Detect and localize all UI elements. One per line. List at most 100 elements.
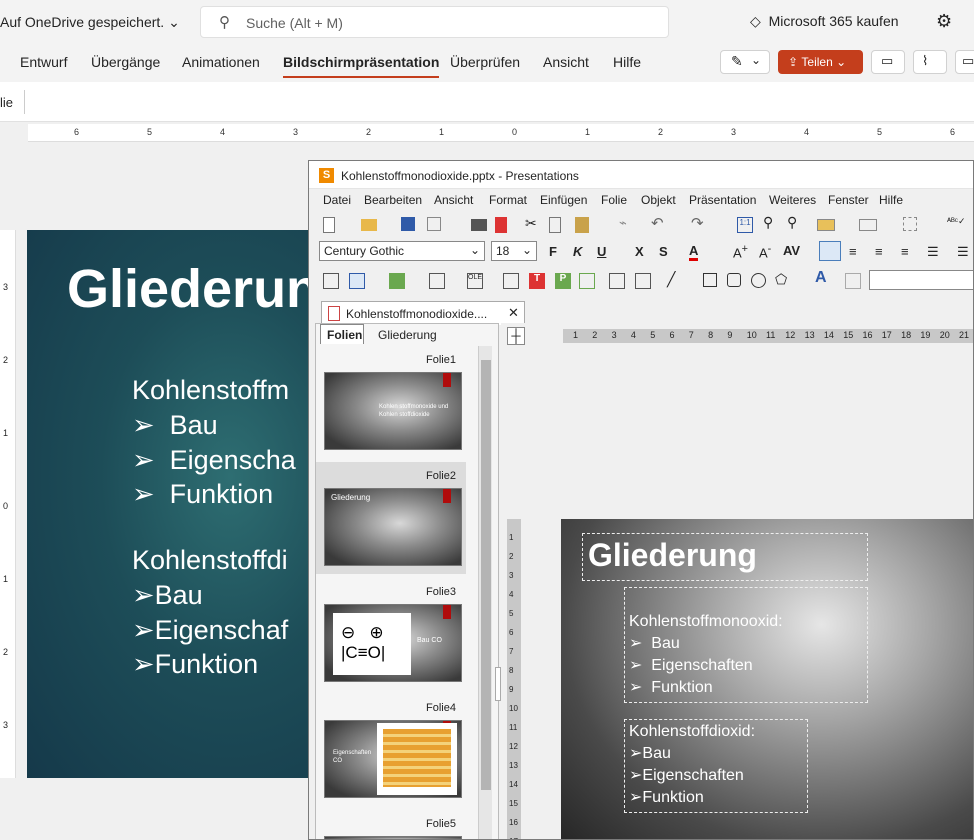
tab-entwurf[interactable]: Entwurf xyxy=(20,54,67,70)
tab-ueberpruefen[interactable]: Überprüfen xyxy=(450,54,520,70)
ellipse-icon[interactable] xyxy=(751,273,766,288)
comment-button[interactable]: ▭ xyxy=(871,50,905,74)
textbox-icon[interactable] xyxy=(323,273,339,289)
slide-thumbnail-5[interactable] xyxy=(324,836,462,839)
tab-animationen[interactable]: Animationen xyxy=(182,54,260,70)
justify-icon[interactable]: ≡ xyxy=(901,244,909,259)
underline-button[interactable]: U xyxy=(597,244,606,259)
menu-fenster[interactable]: Fenster xyxy=(828,193,869,207)
tab-folien[interactable]: Folien xyxy=(320,324,364,344)
menu-format[interactable]: Format xyxy=(489,193,527,207)
bullet-list-icon[interactable]: ☰ xyxy=(927,244,939,260)
menu-bearbeiten[interactable]: Bearbeiten xyxy=(364,193,422,207)
fields-icon[interactable] xyxy=(635,273,651,289)
zoom-100-icon[interactable]: 1:1 xyxy=(737,217,753,233)
slide-thumbnail-2[interactable]: Gliederung xyxy=(324,488,462,566)
frame-icon[interactable] xyxy=(503,273,519,289)
tab-hilfe[interactable]: Hilfe xyxy=(613,54,641,70)
bullet-arrow-icon: ➢ xyxy=(629,635,643,652)
layout-icon[interactable] xyxy=(817,219,835,231)
menu-weiteres[interactable]: Weiteres xyxy=(769,193,816,207)
menu-ansicht[interactable]: Ansicht xyxy=(434,193,473,207)
ruler-corner[interactable]: ┼ xyxy=(507,327,525,345)
tab-gliederung[interactable]: Gliederung xyxy=(378,328,437,342)
zoom-icon[interactable]: ⚲ xyxy=(787,214,803,230)
ruler-tick-label: 3 xyxy=(611,330,617,340)
align-center-icon[interactable]: ≡ xyxy=(849,244,857,259)
save-icon[interactable] xyxy=(401,217,415,231)
header-footer-icon[interactable] xyxy=(609,273,625,289)
grow-font-button[interactable]: A+ xyxy=(733,243,748,260)
ole-object-icon[interactable]: OLE xyxy=(467,273,483,289)
shadow-button[interactable]: S xyxy=(659,244,668,259)
menu-praesentation[interactable]: Präsentation xyxy=(689,193,756,207)
ruler-tick-label: 5 xyxy=(650,330,656,340)
bullet-arrow-icon: ➢ xyxy=(629,745,643,762)
bold-button[interactable]: F xyxy=(549,244,557,259)
strikethrough-button[interactable]: X xyxy=(635,244,644,259)
undo-icon[interactable]: ↶ xyxy=(651,214,667,232)
menu-folie[interactable]: Folie xyxy=(601,193,627,207)
present-button[interactable]: ▭ xyxy=(955,50,974,74)
tab-bildschirmpraesentation[interactable]: Bildschirmpräsentation xyxy=(283,54,440,78)
align-left-button[interactable] xyxy=(819,241,841,261)
text-frame-icon[interactable]: T xyxy=(529,273,545,289)
close-icon[interactable]: ✕ xyxy=(508,305,519,321)
slide-thumbnail-3[interactable]: ⊖ ⊕ |C≡O| Bau CO xyxy=(324,604,462,682)
gear-icon[interactable]: ⚙ xyxy=(936,11,952,32)
scrollbar-thumb[interactable] xyxy=(481,360,491,790)
slide-thumbnail-1[interactable]: Kohlen stoffmonoxide und Kohlen stoffdio… xyxy=(324,372,462,450)
chart-icon[interactable] xyxy=(429,273,445,289)
print-icon[interactable] xyxy=(471,219,487,231)
menu-hilfe[interactable]: Hilfe xyxy=(879,193,903,207)
paste-icon[interactable] xyxy=(575,217,589,233)
new-document-icon[interactable] xyxy=(323,217,335,233)
tab-uebergaenge[interactable]: Übergänge xyxy=(91,54,160,70)
shapes-icon[interactable]: ⬠ xyxy=(775,271,791,287)
format-paintbrush-icon[interactable]: ⌁ xyxy=(619,215,635,231)
export-icon[interactable] xyxy=(427,217,441,231)
ribbon-fragment[interactable]: lie xyxy=(0,95,13,110)
document-tab[interactable]: Kohlenstoffmonodioxide.... ✕ xyxy=(321,301,525,325)
tab-ansicht[interactable]: Ansicht xyxy=(543,54,589,70)
font-size-field[interactable]: 18 ⌄ xyxy=(491,241,537,261)
spellcheck-icon[interactable]: ᴬᴮᶜ✓ xyxy=(947,216,966,232)
object-frame-icon[interactable] xyxy=(903,217,917,231)
image-icon[interactable] xyxy=(389,273,405,289)
share-button[interactable]: ⇪ Teilen ⌄ xyxy=(778,50,863,74)
font-name-field[interactable]: Century Gothic ⌄ xyxy=(319,241,485,261)
editor-slide-canvas[interactable]: Gliederung Kohlenstoffmonooxid: ➢ Bau ➢ … xyxy=(561,519,973,839)
align-right-icon[interactable]: ≡ xyxy=(875,244,883,259)
buy-m365-button[interactable]: ◇ Microsoft 365 kaufen xyxy=(750,13,899,30)
slide-thumbnail-4[interactable]: Eigenschaften CO xyxy=(324,720,462,798)
open-folder-icon[interactable] xyxy=(361,219,377,231)
rounded-rect-icon[interactable] xyxy=(727,273,741,287)
search-input[interactable]: ⚲ Suche (Alt + M) xyxy=(200,6,669,38)
menu-einfuegen[interactable]: Einfügen xyxy=(540,193,587,207)
char-spacing-button[interactable]: AV xyxy=(783,243,800,258)
zoom-in-icon[interactable]: ⚲ xyxy=(763,214,779,230)
table-icon[interactable] xyxy=(349,273,365,289)
pen-button[interactable]: ✎ ⌄ xyxy=(720,50,770,74)
copy-icon[interactable] xyxy=(549,217,561,233)
fontwork-icon[interactable]: A xyxy=(815,269,831,286)
panel-scrollbar[interactable] xyxy=(478,346,492,839)
line-icon[interactable]: ╱ xyxy=(667,271,683,287)
activity-button[interactable]: ⌇ xyxy=(913,50,947,74)
redo-icon[interactable]: ↷ xyxy=(691,214,707,232)
italic-button[interactable]: K xyxy=(573,244,582,259)
shrink-font-button[interactable]: A- xyxy=(759,243,771,260)
picture-frame-icon[interactable]: P xyxy=(555,273,571,289)
rectangle-icon[interactable] xyxy=(703,273,717,287)
slide-layout-icon[interactable] xyxy=(859,219,877,231)
pdf-icon[interactable] xyxy=(495,217,507,233)
toolbar-search-field[interactable] xyxy=(869,270,973,290)
object-frame2-icon[interactable] xyxy=(579,273,595,289)
menu-datei[interactable]: Datei xyxy=(323,193,351,207)
font-color-button[interactable]: A xyxy=(689,243,699,261)
cut-icon[interactable]: ✂ xyxy=(525,215,541,231)
numbered-list-icon[interactable]: ☰ xyxy=(957,244,969,260)
menu-objekt[interactable]: Objekt xyxy=(641,193,676,207)
slide-canvas[interactable]: Gliederung Kohlenstoffm ➢ Bau ➢ Eigensch… xyxy=(27,230,317,778)
save-status[interactable]: Auf OneDrive gespeichert. ⌄ xyxy=(0,14,180,31)
